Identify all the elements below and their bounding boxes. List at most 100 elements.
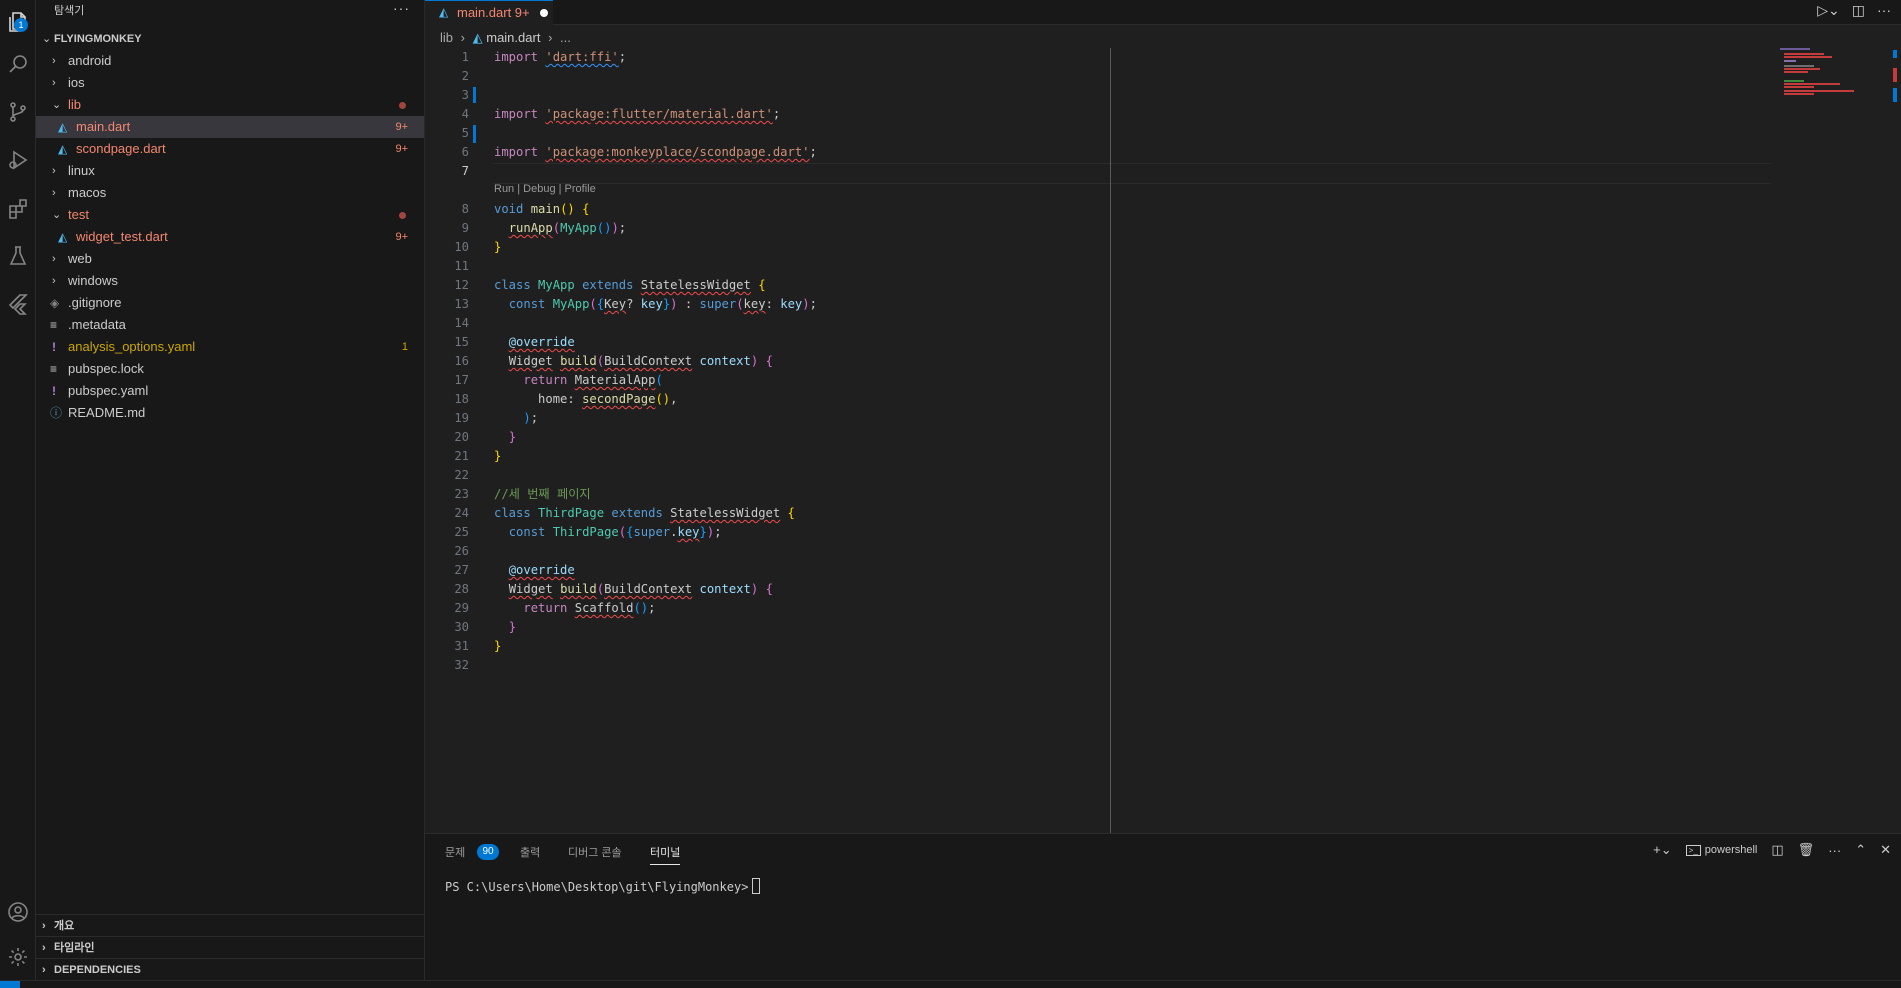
tree-file-main-dart[interactable]: ◭ main.dart 9+ — [36, 116, 424, 138]
explorer-icon[interactable]: 1 — [0, 0, 35, 44]
editor-tab-bar: ◭ main.dart 9+ ▷⌄ ◫ ··· — [425, 0, 1901, 25]
more-actions-icon[interactable]: ··· — [1828, 843, 1841, 858]
code-line: 19 ); — [425, 409, 1765, 428]
extensions-icon[interactable] — [0, 186, 35, 230]
line-number: 10 — [454, 240, 469, 254]
tree-item-label: pubspec.yaml — [68, 383, 149, 398]
line-number: 31 — [454, 639, 469, 653]
chevron-right-icon: › — [52, 165, 56, 177]
code-line: 32 — [425, 656, 1765, 675]
section-label: 개요 — [54, 920, 75, 932]
line-number: 12 — [454, 278, 469, 292]
run-debug-icon[interactable] — [0, 138, 35, 182]
line-number: 28 — [454, 582, 469, 596]
tree-folder-android[interactable]: › android — [36, 50, 424, 72]
section-label: 타임라인 — [54, 942, 95, 954]
code-line: 1 import 'dart:ffi'; — [425, 48, 1765, 67]
tab-debug-console[interactable]: 디버그 콘솔 — [568, 844, 622, 860]
new-terminal-icon[interactable]: +⌄ — [1653, 842, 1671, 858]
tree-item-label: android — [68, 53, 112, 68]
section-label: DEPENDENCIES — [54, 964, 141, 976]
tree-file-readme[interactable]: ⓘ README.md — [36, 402, 424, 424]
breadcrumb-folder[interactable]: lib — [440, 30, 453, 45]
line-number: 17 — [454, 373, 469, 387]
tree-file-pubspec-lock[interactable]: ≡ pubspec.lock — [36, 358, 424, 380]
split-editor-icon[interactable]: ◫ — [1852, 2, 1865, 19]
search-icon[interactable] — [0, 42, 35, 86]
line-number: 29 — [454, 601, 469, 615]
tree-file-widget-test-dart[interactable]: ◭ widget_test.dart 9+ — [36, 226, 424, 248]
tree-folder-lib[interactable]: ⌄ lib — [36, 94, 424, 116]
tree-item-label: web — [68, 251, 92, 266]
tree-item-label: scondpage.dart — [76, 141, 166, 156]
flutter-icon[interactable] — [0, 282, 35, 326]
code-line: 2 — [425, 67, 1765, 86]
line-number: 8 — [461, 202, 469, 216]
source-control-icon[interactable] — [0, 90, 35, 134]
chevron-down-icon: ⌄ — [52, 209, 62, 221]
tree-folder-web[interactable]: › web — [36, 248, 424, 270]
gitignore-file-icon: ◈ — [50, 296, 60, 310]
bottom-panel: 문제 90 출력 디버그 콘솔 터미널 +⌄ >_ powershell ◫ 🗑 … — [425, 833, 1901, 981]
dart-file-icon: ◭ — [472, 30, 483, 45]
tree-item-label: pubspec.lock — [68, 361, 144, 376]
code-line: 6 import 'package:monkeyplace/scondpage.d… — [425, 143, 1765, 162]
line-number: 16 — [454, 354, 469, 368]
dart-file-icon: ◭ — [58, 120, 68, 134]
unsaved-dot-icon[interactable] — [540, 9, 548, 17]
terminal-cursor — [752, 878, 761, 894]
problems-count-badge: 90 — [477, 844, 499, 860]
tree-file-pubspec-yaml[interactable]: ! pubspec.yaml — [36, 380, 424, 402]
split-terminal-icon[interactable]: ◫ — [1771, 842, 1783, 858]
run-icon[interactable]: ▷⌄ — [1817, 2, 1840, 19]
code-editor[interactable]: 1 import 'dart:ffi'; 2 3 4 import 'package… — [425, 48, 1765, 828]
line-number: 5 — [461, 126, 469, 140]
line-number: 9 — [461, 221, 469, 235]
workspace-root[interactable]: ⌄ FLYINGMONKEY — [36, 28, 424, 50]
line-number: 20 — [454, 430, 469, 444]
line-number: 13 — [454, 297, 469, 311]
problem-count-badge: 9+ — [395, 121, 408, 133]
terminal-shell-selector[interactable]: >_ powershell — [1685, 844, 1757, 856]
line-number: 6 — [461, 145, 469, 159]
codelens-run-debug[interactable]: Run | Debug | Profile — [494, 183, 596, 195]
account-icon[interactable] — [0, 890, 35, 934]
breadcrumb-symbol[interactable]: ... — [560, 30, 571, 45]
terminal-output[interactable]: PS C:\Users\Home\Desktop\git\FlyingMonke… — [445, 878, 761, 894]
tree-folder-linux[interactable]: › linux — [36, 160, 424, 182]
testing-icon[interactable] — [0, 234, 35, 278]
breadcrumb-file[interactable]: main.dart — [486, 30, 540, 45]
chevron-right-icon: › — [52, 253, 56, 265]
tab-terminal[interactable]: 터미널 — [650, 844, 681, 865]
tree-folder-macos[interactable]: › macos — [36, 182, 424, 204]
tab-problems[interactable]: 문제 — [445, 844, 465, 860]
tree-folder-ios[interactable]: › ios — [36, 72, 424, 94]
chevron-right-icon: › — [52, 77, 56, 89]
maximize-panel-icon[interactable]: ⌃ — [1855, 842, 1866, 858]
tab-main-dart[interactable]: ◭ main.dart 9+ — [425, 0, 553, 25]
line-number: 7 — [461, 164, 469, 178]
code-line: 17 return MaterialApp( — [425, 371, 1765, 390]
text-file-icon: ≡ — [50, 318, 58, 332]
line-number: 22 — [454, 468, 469, 482]
outline-section[interactable]: › 개요 — [36, 914, 424, 937]
more-actions-icon[interactable]: ··· — [1877, 2, 1891, 19]
tree-file-metadata[interactable]: ≡ .metadata — [36, 314, 424, 336]
timeline-section[interactable]: › 타임라인 — [36, 936, 424, 959]
more-actions-icon[interactable]: ··· — [393, 0, 410, 16]
dependencies-section[interactable]: › DEPENDENCIES — [36, 958, 424, 981]
tree-folder-test[interactable]: ⌄ test — [36, 204, 424, 226]
chevron-right-icon: › — [42, 920, 46, 932]
tree-file-gitignore[interactable]: ◈ .gitignore — [36, 292, 424, 314]
trash-icon[interactable]: 🗑 — [1798, 842, 1815, 858]
explorer-sidebar: 탐색기 ··· ⌄ FLYINGMONKEY › android › ios ⌄… — [36, 0, 425, 980]
settings-gear-icon[interactable] — [0, 935, 35, 979]
line-number: 14 — [454, 316, 469, 330]
tree-item-label: .metadata — [68, 317, 126, 332]
tree-folder-windows[interactable]: › windows — [36, 270, 424, 292]
tab-output[interactable]: 출력 — [520, 844, 540, 860]
tree-file-analysis-options[interactable]: ! analysis_options.yaml 1 — [36, 336, 424, 358]
close-panel-icon[interactable]: ✕ — [1880, 842, 1891, 858]
tree-file-scondpage-dart[interactable]: ◭ scondpage.dart 9+ — [36, 138, 424, 160]
minimap[interactable] — [1780, 48, 1880, 118]
